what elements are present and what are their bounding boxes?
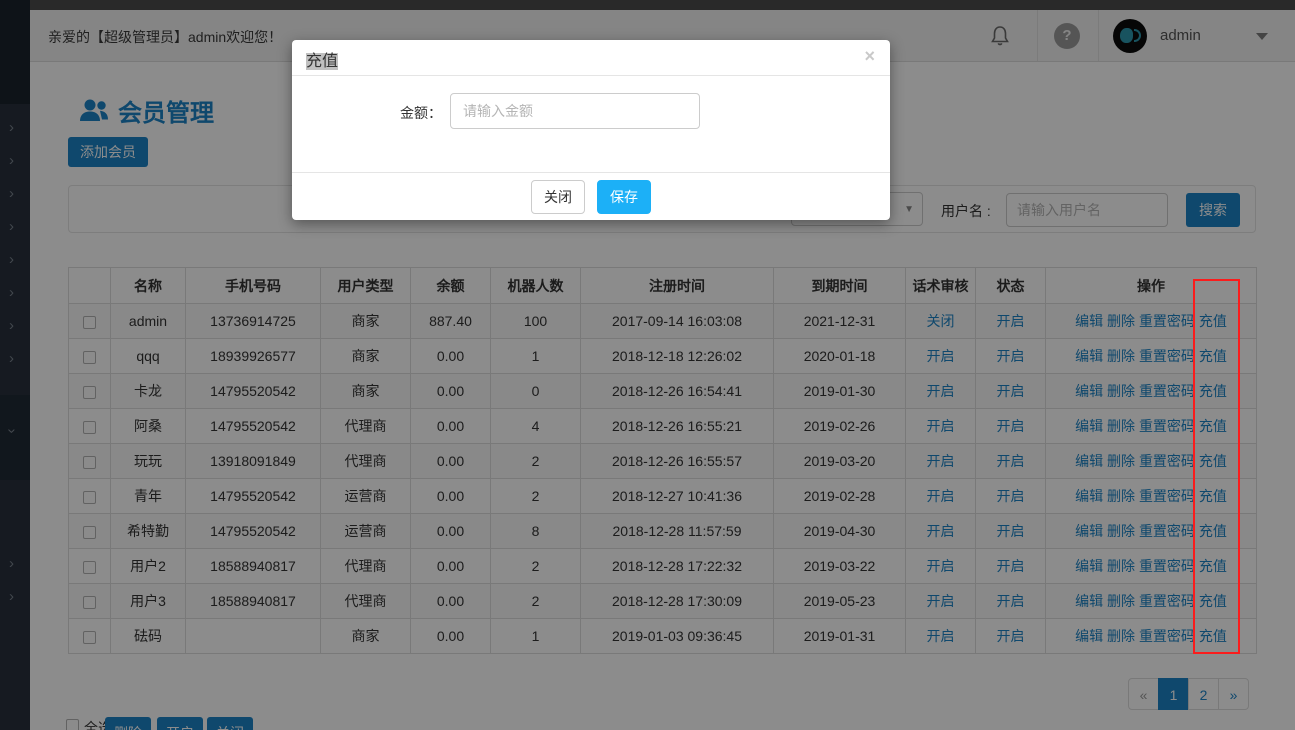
recharge-modal: 充值 × 金额： 关闭 保存 bbox=[292, 40, 890, 220]
modal-header: 充值 × bbox=[292, 40, 890, 76]
modal-close-button[interactable]: 关闭 bbox=[531, 180, 585, 214]
modal-save-button[interactable]: 保存 bbox=[597, 180, 651, 214]
app-root: ››››››››››› 亲爱的【超级管理员】admin欢迎您！ ? admin … bbox=[0, 0, 1295, 730]
modal-close-icon[interactable]: × bbox=[864, 46, 875, 66]
modal-footer-divider bbox=[292, 172, 890, 173]
modal-title: 充值 bbox=[306, 47, 338, 71]
amount-label: 金额： bbox=[352, 103, 442, 123]
amount-input[interactable] bbox=[450, 93, 700, 129]
annotation-rectangle bbox=[1193, 279, 1240, 654]
